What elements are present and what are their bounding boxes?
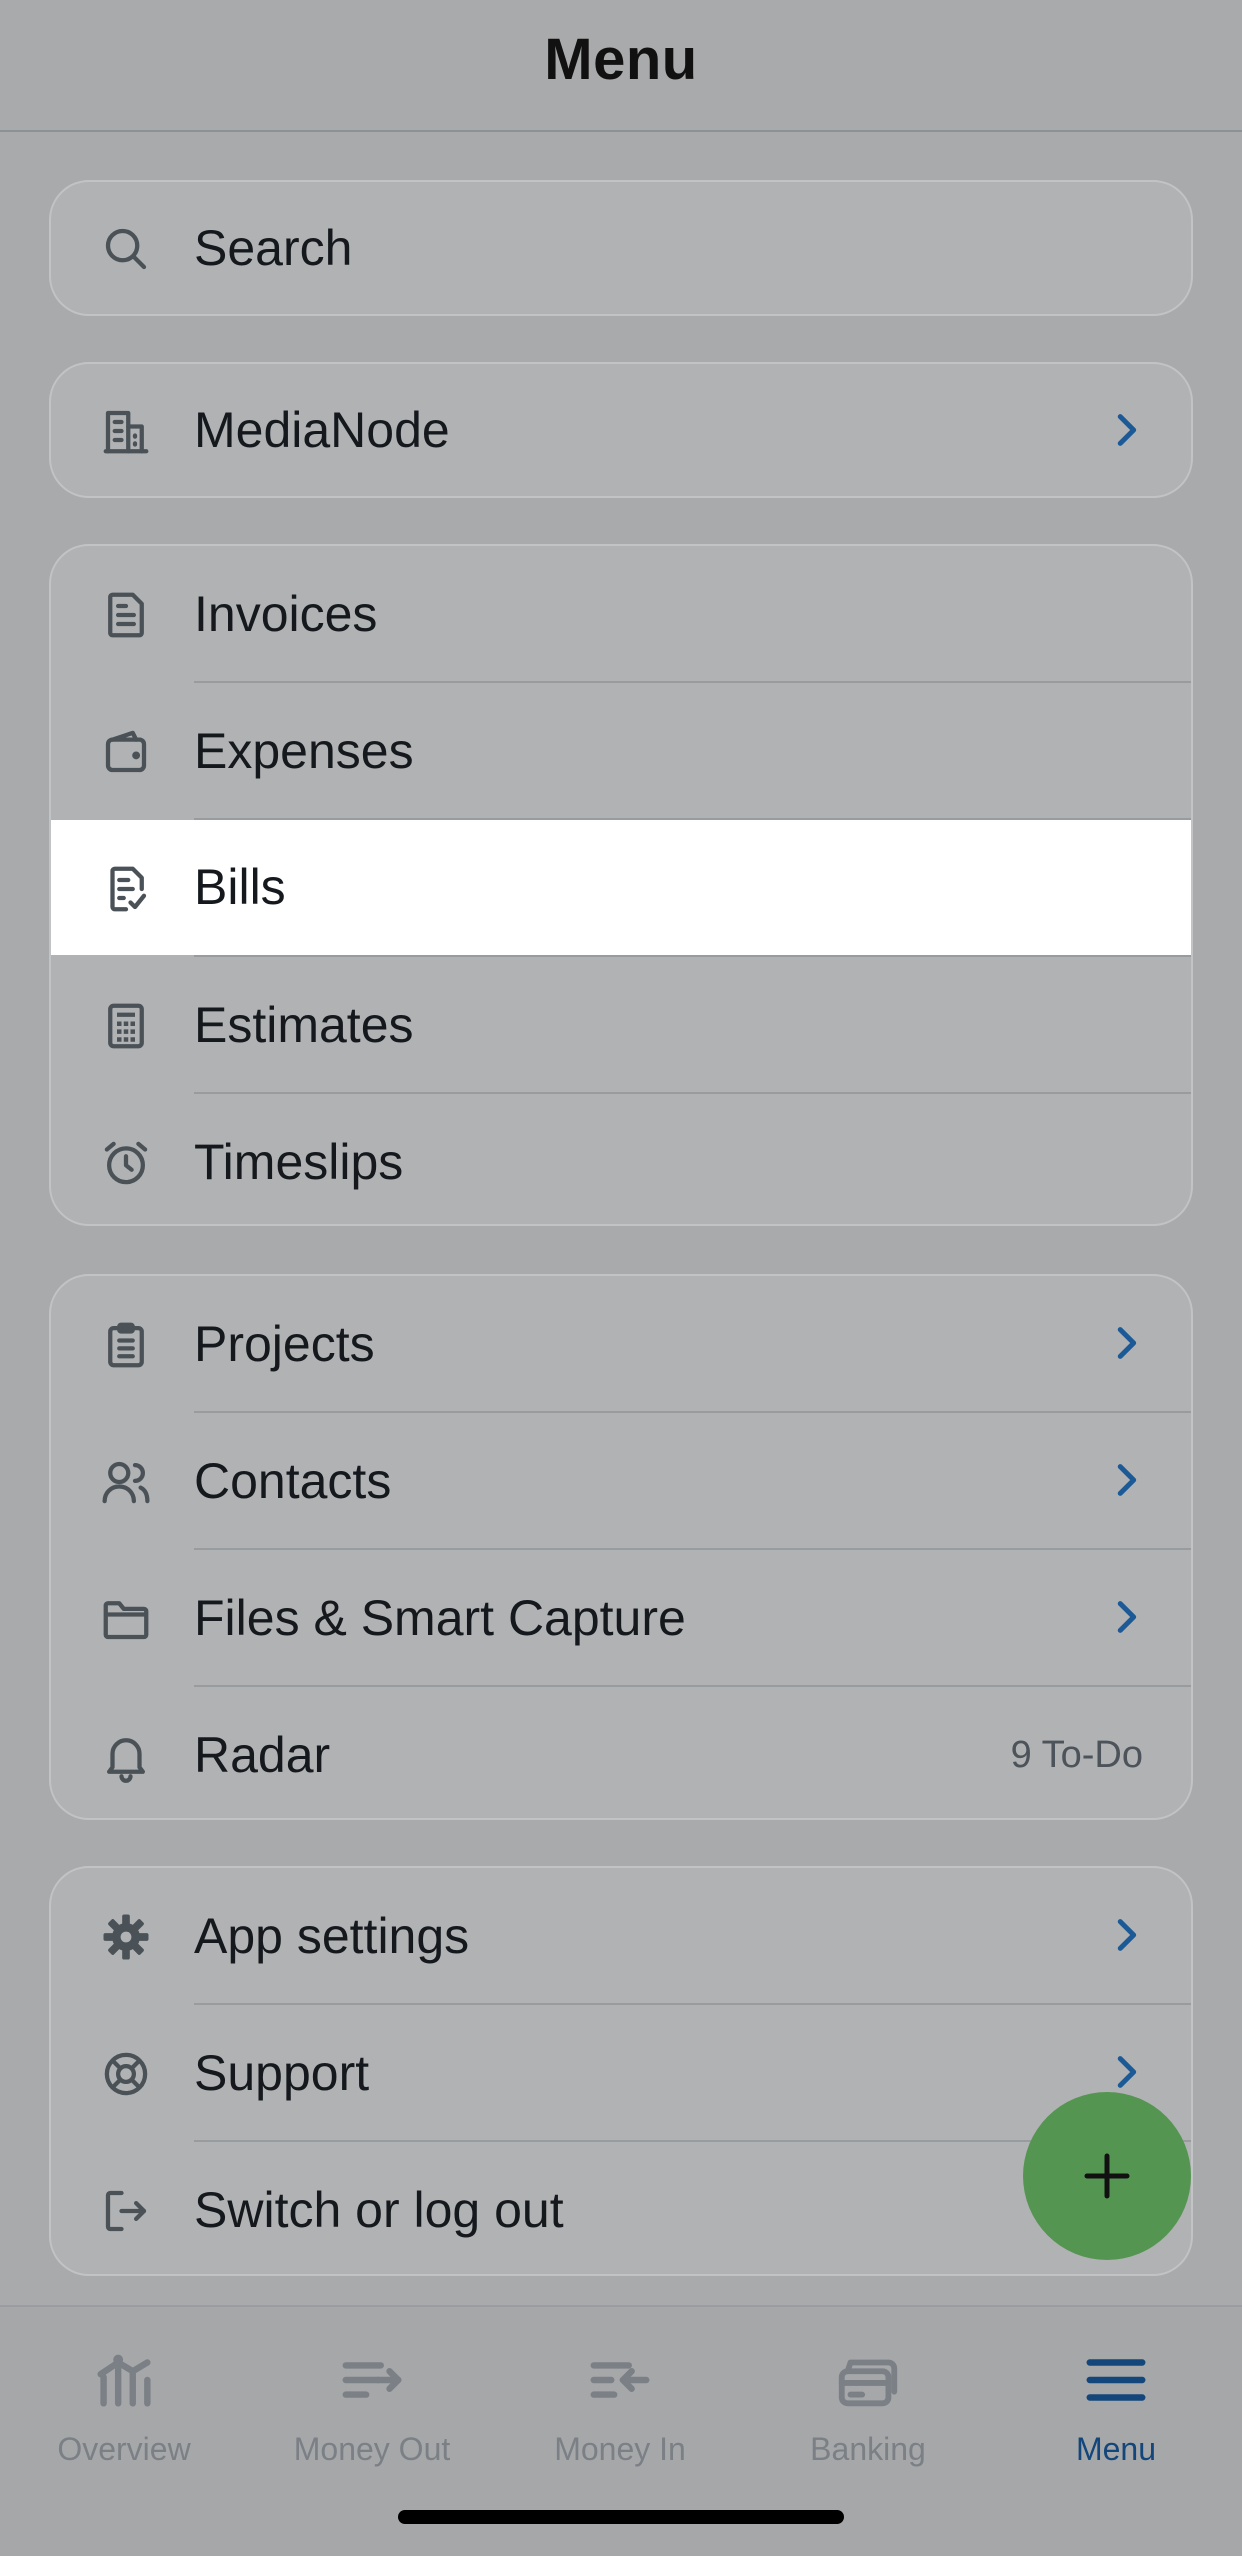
menu-item-label: Invoices [194,586,378,642]
chevron-right-icon [1103,1457,1149,1503]
menu-item-timeslips[interactable]: Timeslips [51,1094,1191,1224]
menu-item-invoices[interactable]: Invoices [51,546,1191,683]
menu-item-label: Bills [194,859,286,915]
organization-card[interactable]: MediaNode [49,362,1193,498]
tab-money-out[interactable]: Money Out [248,2327,496,2477]
bill-icon [99,862,153,916]
menu-item-expenses[interactable]: Expenses [51,683,1191,820]
menu-item-radar[interactable]: Radar 9 To-Do [51,1687,1191,1818]
organization-label: MediaNode [194,402,450,458]
menu-item-label: Timeslips [194,1134,404,1190]
logout-icon [99,2184,153,2238]
documents-card: Invoices Expenses Bills Estimates Timesl… [49,544,1193,1226]
menu-item-projects[interactable]: Projects [51,1276,1191,1413]
alarm-clock-icon [99,1136,153,1190]
header: Menu [0,0,1242,132]
tab-label: Menu [1075,2431,1157,2467]
add-button[interactable] [1023,2092,1191,2260]
chevron-right-icon [1103,1320,1149,1366]
menu-item-label: Estimates [194,997,414,1053]
settings-card: App settings Support Switch or log out [49,1866,1193,2276]
invoice-icon [99,588,153,642]
bell-icon [99,1729,153,1783]
building-icon [99,404,153,458]
tab-overview[interactable]: Overview [0,2327,248,2477]
menu-item-label: App settings [194,1908,470,1964]
home-indicator [398,2510,844,2524]
menu-item-logout[interactable]: Switch or log out [51,2142,1191,2274]
menu-item-app-settings[interactable]: App settings [51,1868,1191,2005]
search-icon [99,222,153,276]
chevron-right-icon [1103,2049,1149,2095]
organization-row[interactable]: MediaNode [51,364,1191,496]
folder-icon [99,1592,153,1646]
chevron-right-icon [1103,407,1149,453]
tab-label: Money Out [293,2431,451,2467]
wallet-icon [99,725,153,779]
search-label: Search [194,220,353,276]
menu-item-files[interactable]: Files & Smart Capture [51,1550,1191,1687]
contacts-icon [99,1455,153,1509]
tab-banking[interactable]: Banking [744,2327,992,2477]
banking-icon [833,2345,903,2415]
menu-item-label: Files & Smart Capture [194,1590,686,1646]
plus-icon [1084,2153,1130,2199]
menu-item-label: Expenses [194,723,414,779]
tab-label: Money In [554,2431,686,2467]
menu-item-estimates[interactable]: Estimates [51,957,1191,1094]
money-in-icon [585,2345,655,2415]
page-title: Menu [544,27,698,92]
search-card[interactable]: Search [49,180,1193,316]
money-out-icon [337,2345,407,2415]
calculator-icon [99,999,153,1053]
lifebuoy-icon [99,2047,153,2101]
menu-item-bills[interactable]: Bills [51,820,1191,955]
workspace-card: Projects Contacts Files & Smart Capture … [49,1274,1193,1820]
menu-icon [1081,2345,1151,2415]
menu-item-contacts[interactable]: Contacts [51,1413,1191,1550]
tab-label: Banking [810,2431,926,2467]
overview-icon [89,2345,159,2415]
menu-item-label: Support [194,2045,370,2101]
gear-icon [99,1910,153,1964]
menu-item-label: Contacts [194,1453,392,1509]
menu-item-label: Projects [194,1316,375,1372]
chevron-right-icon [1103,1594,1149,1640]
menu-item-label: Switch or log out [194,2182,564,2238]
menu-item-support[interactable]: Support [51,2005,1191,2142]
search-row[interactable]: Search [51,182,1191,314]
clipboard-icon [99,1318,153,1372]
tab-label: Overview [57,2431,191,2467]
tab-money-in[interactable]: Money In [496,2327,744,2477]
tab-menu[interactable]: Menu [992,2327,1240,2477]
chevron-right-icon [1103,1912,1149,1958]
todo-badge: 9 To-Do [1010,1734,1143,1776]
menu-item-label: Radar [194,1727,331,1783]
